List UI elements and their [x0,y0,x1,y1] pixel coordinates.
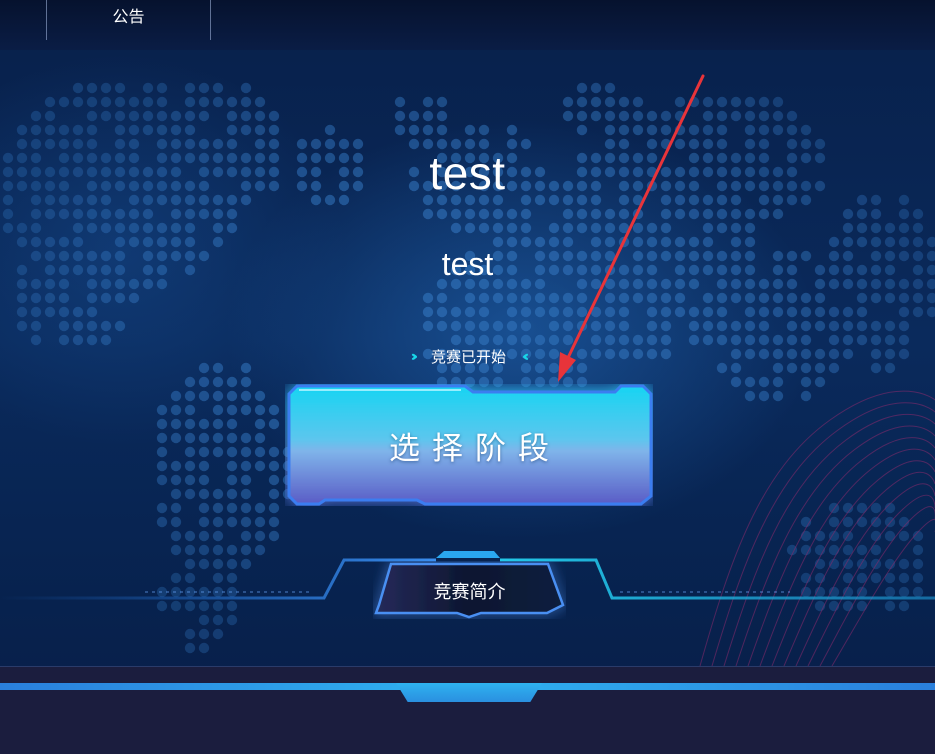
double-left-chevron-icon: ‹‹‹ [522,348,530,365]
competition-status: ››› 竞赛已开始 ‹‹‹ [0,346,935,367]
competition-intro-label: 竞赛简介 [433,582,506,603]
double-right-chevron-icon: ››› [410,348,419,365]
select-stage-label: 选择阶段 [389,430,561,467]
competition-intro-button[interactable]: 竞赛简介 [373,561,566,619]
footer-center-tab [396,683,542,702]
status-text: 竞赛已开始 [430,348,506,366]
competition-subtitle: test [441,246,494,282]
top-navigation-bar: 公告 [0,0,935,50]
announcement-tab[interactable]: 公告 [46,0,211,30]
competition-title: test [429,147,506,199]
footer-top-line [0,666,935,667]
competition-page: 公告 test test ››› 竞赛已开始 ‹‹‹ 选择阶段 竞赛简介 [0,0,935,754]
select-stage-button[interactable]: 选择阶段 [285,384,653,506]
footer-band [0,666,935,754]
nav-divider [210,0,211,40]
